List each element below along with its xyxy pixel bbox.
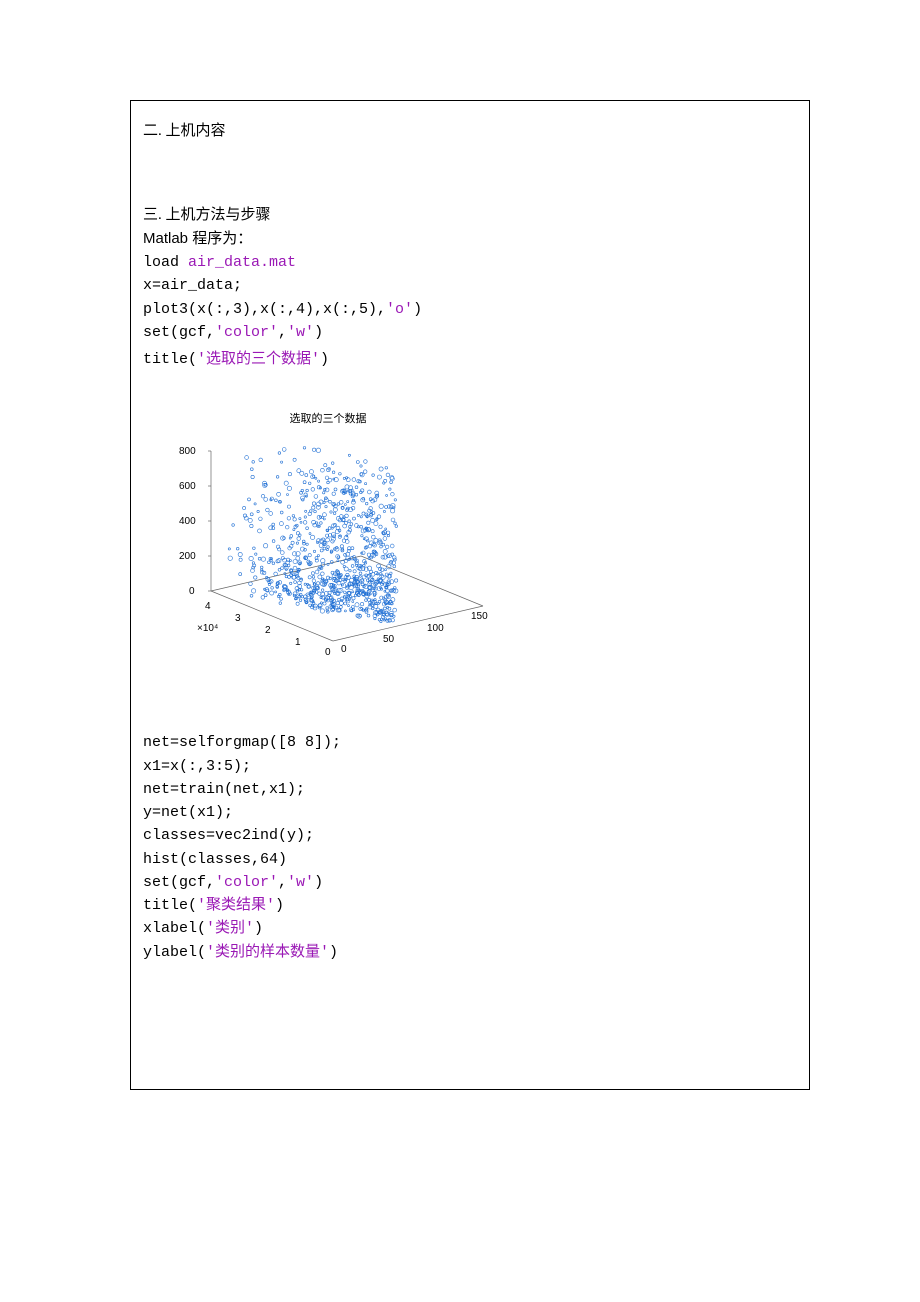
code-line: ylabel('类别的样本数量') — [143, 941, 797, 964]
code-text: set(gcf, — [143, 874, 215, 891]
code-line: load air_data.mat — [143, 251, 797, 274]
y-tick: 0 — [341, 642, 347, 658]
code-text: ) — [413, 301, 422, 318]
code-text: ) — [320, 351, 329, 368]
string-literal: 'w' — [287, 874, 314, 891]
code-line: net=selforgmap([8 8]); — [143, 731, 797, 754]
string-literal: 'o' — [386, 301, 413, 318]
code-line: set(gcf,'color','w') — [143, 321, 797, 344]
code-text: ylabel( — [143, 944, 206, 961]
code-block-2: net=selforgmap([8 8]); x1=x(:,3:5); net=… — [143, 731, 797, 964]
content-frame: 二. 上机内容 三. 上机方法与步骤 Matlab 程序为： load air_… — [130, 100, 810, 1090]
section-2-heading: 二. 上机内容 — [143, 119, 797, 143]
code-line: title('聚类结果') — [143, 894, 797, 917]
code-text: plot3(x(:,3),x(:,4),x(:,5), — [143, 301, 386, 318]
z-tick: 200 — [179, 549, 196, 565]
section-3-heading: 三. 上机方法与步骤 — [143, 203, 797, 227]
string-literal: '聚类结果' — [197, 897, 275, 914]
code-text: title( — [143, 351, 197, 368]
page: 二. 上机内容 三. 上机方法与步骤 Matlab 程序为： load air_… — [0, 0, 920, 1302]
code-text: ) — [314, 324, 323, 341]
z-tick: 800 — [179, 444, 196, 460]
code-text: , — [278, 324, 287, 341]
code-line: set(gcf,'color','w') — [143, 871, 797, 894]
string-literal: 'w' — [287, 324, 314, 341]
string-literal: 'color' — [215, 324, 278, 341]
string-literal: '类别' — [206, 920, 254, 937]
x-tick: 4 — [205, 599, 211, 615]
z-tick: 600 — [179, 479, 196, 495]
scatter3d-chart: 选取的三个数据 — [153, 411, 503, 681]
code-block-1: load air_data.mat x=air_data; plot3(x(:,… — [143, 251, 797, 371]
code-text: title( — [143, 897, 197, 914]
code-text: ) — [329, 944, 338, 961]
x-tick: 0 — [325, 645, 331, 661]
code-line: net=train(net,x1); — [143, 778, 797, 801]
code-text: , — [278, 874, 287, 891]
string-literal: '类别的样本数量' — [206, 944, 329, 961]
chart-svg — [183, 441, 503, 671]
code-line: hist(classes,64) — [143, 848, 797, 871]
chart-title: 选取的三个数据 — [153, 411, 503, 429]
kw-load: load — [143, 254, 188, 271]
string-literal: '选取的三个数据' — [197, 351, 320, 368]
code-text: set(gcf, — [143, 324, 215, 341]
x-tick: 3 — [235, 611, 241, 627]
y-tick: 50 — [383, 632, 394, 648]
filename: air_data.mat — [188, 254, 296, 271]
code-line: y=net(x1); — [143, 801, 797, 824]
code-line: classes=vec2ind(y); — [143, 824, 797, 847]
x-tick: 2 — [265, 623, 271, 639]
string-literal: 'color' — [215, 874, 278, 891]
x-tick: 1 — [295, 635, 301, 651]
y-tick: 100 — [427, 621, 444, 637]
code-line: title('选取的三个数据') — [143, 348, 797, 371]
z-tick: 400 — [179, 514, 196, 530]
code-text: ) — [254, 920, 263, 937]
code-line: x1=x(:,3:5); — [143, 755, 797, 778]
code-line: plot3(x(:,3),x(:,4),x(:,5),'o') — [143, 298, 797, 321]
y-tick: 150 — [471, 609, 488, 625]
matlab-label: Matlab 程序为： — [143, 227, 797, 251]
code-text: xlabel( — [143, 920, 206, 937]
chart-axes: 800 600 400 200 0 4 3 2 1 0 ×10⁴ 0 50 10… — [183, 441, 503, 671]
code-text: ) — [275, 897, 284, 914]
code-line: xlabel('类别') — [143, 917, 797, 940]
code-line: x=air_data; — [143, 274, 797, 297]
x-exp: ×10⁴ — [197, 621, 218, 637]
z-tick: 0 — [189, 584, 195, 600]
code-text: ) — [314, 874, 323, 891]
